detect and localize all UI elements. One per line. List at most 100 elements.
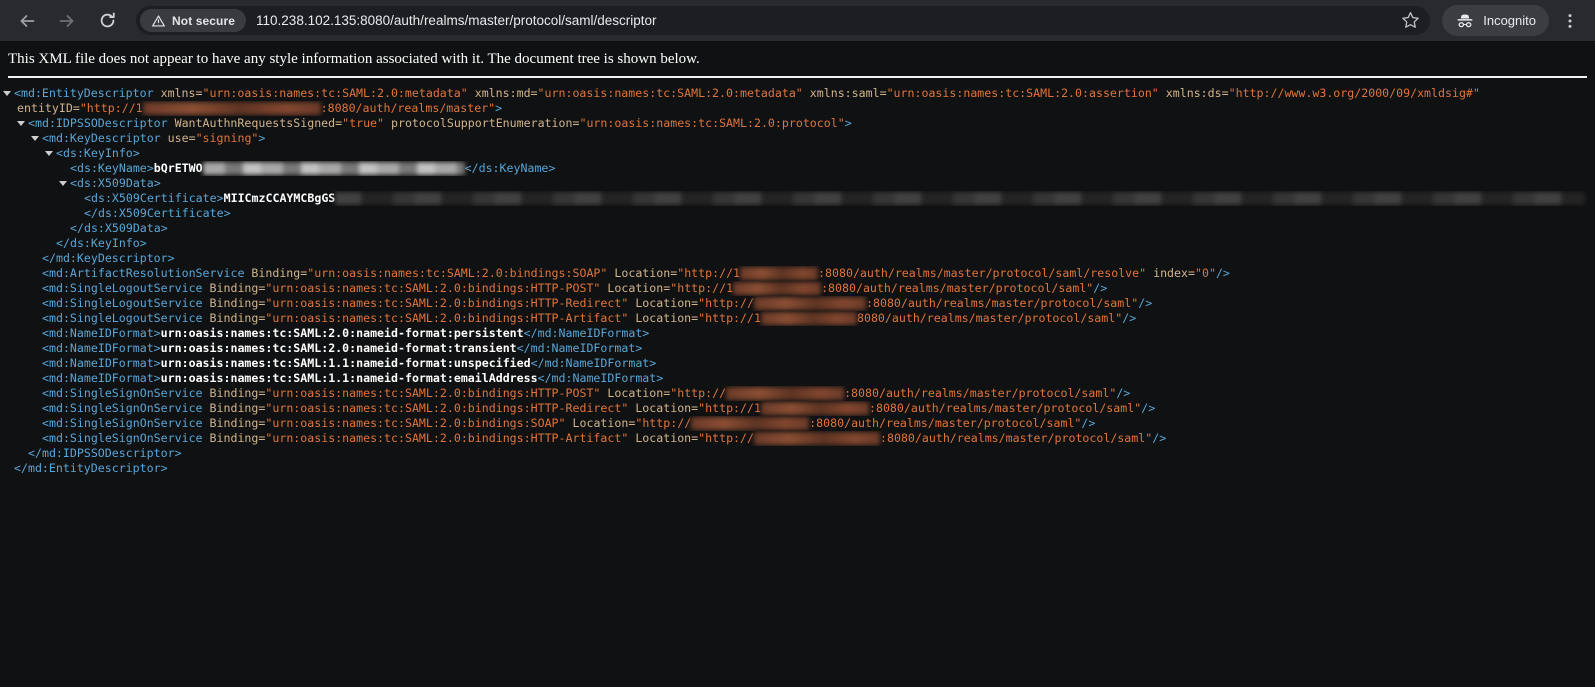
xml-attribute-value: "http:// <box>698 431 754 445</box>
expand-collapse-arrow[interactable] <box>59 181 67 186</box>
xml-attribute-value: "true" <box>342 116 384 130</box>
warning-triangle-icon <box>151 14 166 28</box>
xml-attribute-value: :8080/auth/realms/master/protocol/saml/r… <box>818 266 1146 280</box>
xml-attribute-value: "urn:oasis:names:tc:SAML:2.0:metadata" <box>202 86 467 100</box>
xml-attribute-name: xmlns:md= <box>468 86 538 100</box>
xml-text-content: urn:oasis:names:tc:SAML:2.0:nameid-forma… <box>161 341 517 355</box>
xml-text-content: urn:oasis:names:tc:SAML:1.1:nameid-forma… <box>161 371 538 385</box>
kebab-menu-icon <box>1561 12 1579 30</box>
xml-line: <md:SingleLogoutService Binding="urn:oas… <box>0 281 1595 296</box>
xml-tag: </md:NameIDFormat> <box>531 356 657 370</box>
xml-line: entityID="http://1:8080/auth/realms/mast… <box>0 101 1595 116</box>
xml-tag: /> <box>1216 266 1230 280</box>
xml-tag: <md:NameIDFormat> <box>42 356 161 370</box>
back-button[interactable] <box>10 4 44 38</box>
xml-tag: <md:NameIDFormat> <box>42 341 161 355</box>
xml-tag: <md:ArtifactResolutionService <box>42 266 244 280</box>
xml-tag: /> <box>1122 311 1136 325</box>
xml-line: <ds:KeyInfo> <box>0 146 1595 161</box>
xml-tag: <md:NameIDFormat> <box>42 371 161 385</box>
reload-button[interactable] <box>90 4 124 38</box>
xml-attribute-value: :8080/auth/realms/master/protocol/saml" <box>809 416 1081 430</box>
xml-tag: /> <box>1093 281 1107 295</box>
redacted-url-blur <box>740 267 818 280</box>
xml-viewer-page: This XML file does not appear to have an… <box>0 41 1595 476</box>
xml-tag: /> <box>1152 431 1166 445</box>
xml-attribute-value: "http:// <box>635 416 691 430</box>
redacted-url-blur <box>754 297 866 310</box>
xml-attribute-name: Location= <box>600 386 670 400</box>
xml-attribute-value: "urn:oasis:names:tc:SAML:2.0:bindings:HT… <box>265 281 600 295</box>
xml-tag: <ds:X509Certificate> <box>84 191 224 205</box>
redacted-url-blur <box>726 387 844 400</box>
forward-arrow-icon <box>57 11 77 31</box>
xml-attribute-value: "urn:oasis:names:tc:SAML:2.0:bindings:HT… <box>265 431 628 445</box>
xml-tag: /> <box>1081 416 1095 430</box>
xml-attribute-value: "http:// <box>698 296 754 310</box>
expand-collapse-arrow[interactable] <box>45 151 53 156</box>
xml-tag: </md:EntityDescriptor> <box>14 461 168 475</box>
forward-button[interactable] <box>50 4 84 38</box>
redacted-url-blur <box>733 282 821 295</box>
incognito-badge: Incognito <box>1442 5 1549 36</box>
xml-line: </ds:X509Certificate> <box>0 206 1595 221</box>
xml-tag: > <box>845 116 852 130</box>
xml-tag: </md:NameIDFormat> <box>538 371 664 385</box>
xml-attribute-value: :8080/auth/realms/master/protocol/saml" <box>821 281 1093 295</box>
xml-line: </ds:X509Data> <box>0 221 1595 236</box>
xml-line: <md:SingleSignOnService Binding="urn:oas… <box>0 386 1595 401</box>
xml-tag: </ds:X509Certificate> <box>84 206 231 220</box>
expand-collapse-arrow[interactable] <box>31 136 39 141</box>
xml-line: </md:IDPSSODescriptor> <box>0 446 1595 461</box>
xml-tag: > <box>258 131 265 145</box>
xml-text-content: MIICmzCCAYMCBgGS <box>224 191 336 205</box>
xml-attribute-value: "urn:oasis:names:tc:SAML:2.0:bindings:HT… <box>265 386 600 400</box>
redacted-url-blur <box>754 432 880 445</box>
xml-line: <md:NameIDFormat>urn:oasis:names:tc:SAML… <box>0 356 1595 371</box>
redacted-keyname-blur <box>203 162 465 175</box>
xml-attribute-name: Binding= <box>203 416 266 430</box>
xml-line: <ds:X509Certificate>MIICmzCCAYMCBgGS <box>0 191 1595 206</box>
xml-attribute-name: xmlns= <box>154 86 203 100</box>
xml-attribute-name: WantAuthnRequestsSigned= <box>168 116 343 130</box>
xml-line: </md:EntityDescriptor> <box>0 461 1595 476</box>
xml-tag: /> <box>1116 386 1130 400</box>
redacted-url-blur <box>691 417 809 430</box>
xml-tag: <md:NameIDFormat> <box>42 326 161 340</box>
address-bar[interactable]: Not secure 110.238.102.135:8080/auth/rea… <box>136 6 1430 35</box>
xml-line: <md:NameIDFormat>urn:oasis:names:tc:SAML… <box>0 326 1595 341</box>
xml-attribute-name: Binding= <box>203 311 266 325</box>
security-status-label: Not secure <box>172 14 235 28</box>
xml-tag: </ds:X509Data> <box>70 221 168 235</box>
xml-tag: /> <box>1141 401 1155 415</box>
xml-attribute-value: "0" <box>1195 266 1216 280</box>
xml-tag: <md:SingleSignOnService <box>42 401 203 415</box>
xml-attribute-value: "urn:oasis:names:tc:SAML:2.0:bindings:HT… <box>265 401 628 415</box>
bookmark-button[interactable] <box>1396 7 1424 35</box>
xml-text-content: bQrETWO <box>154 161 203 175</box>
expand-collapse-arrow[interactable] <box>17 121 25 126</box>
expand-collapse-arrow[interactable] <box>3 91 11 96</box>
xml-attribute-value: "urn:oasis:names:tc:SAML:2.0:metadata" <box>538 86 803 100</box>
xml-line: </md:KeyDescriptor> <box>0 251 1595 266</box>
xml-line: <md:NameIDFormat>urn:oasis:names:tc:SAML… <box>0 341 1595 356</box>
xml-tag: <md:SingleLogoutService <box>42 311 203 325</box>
xml-tag: > <box>495 101 502 115</box>
redacted-url-blur <box>143 102 321 115</box>
xml-tag: <md:SingleSignOnService <box>42 431 203 445</box>
xml-tree: <md:EntityDescriptor xmlns="urn:oasis:na… <box>0 78 1595 476</box>
xml-line: <ds:X509Data> <box>0 176 1595 191</box>
xml-attribute-value: "urn:oasis:names:tc:SAML:2.0:bindings:HT… <box>265 296 628 310</box>
browser-menu-button[interactable] <box>1555 6 1585 36</box>
xml-text-content: urn:oasis:names:tc:SAML:2.0:nameid-forma… <box>161 326 524 340</box>
xml-attribute-name: Location= <box>607 266 677 280</box>
xml-tag: <ds:X509Data> <box>70 176 161 190</box>
xml-line: <md:SingleSignOnService Binding="urn:oas… <box>0 401 1595 416</box>
xml-tag: <md:KeyDescriptor <box>42 131 161 145</box>
xml-attribute-name: Location= <box>600 281 670 295</box>
browser-toolbar: Not secure 110.238.102.135:8080/auth/rea… <box>0 0 1595 41</box>
xml-tag: <ds:KeyInfo> <box>56 146 140 160</box>
not-secure-chip[interactable]: Not secure <box>140 9 246 32</box>
xml-attribute-value: "urn:oasis:names:tc:SAML:2.0:bindings:HT… <box>265 311 628 325</box>
xml-tag: <md:SingleLogoutService <box>42 281 203 295</box>
